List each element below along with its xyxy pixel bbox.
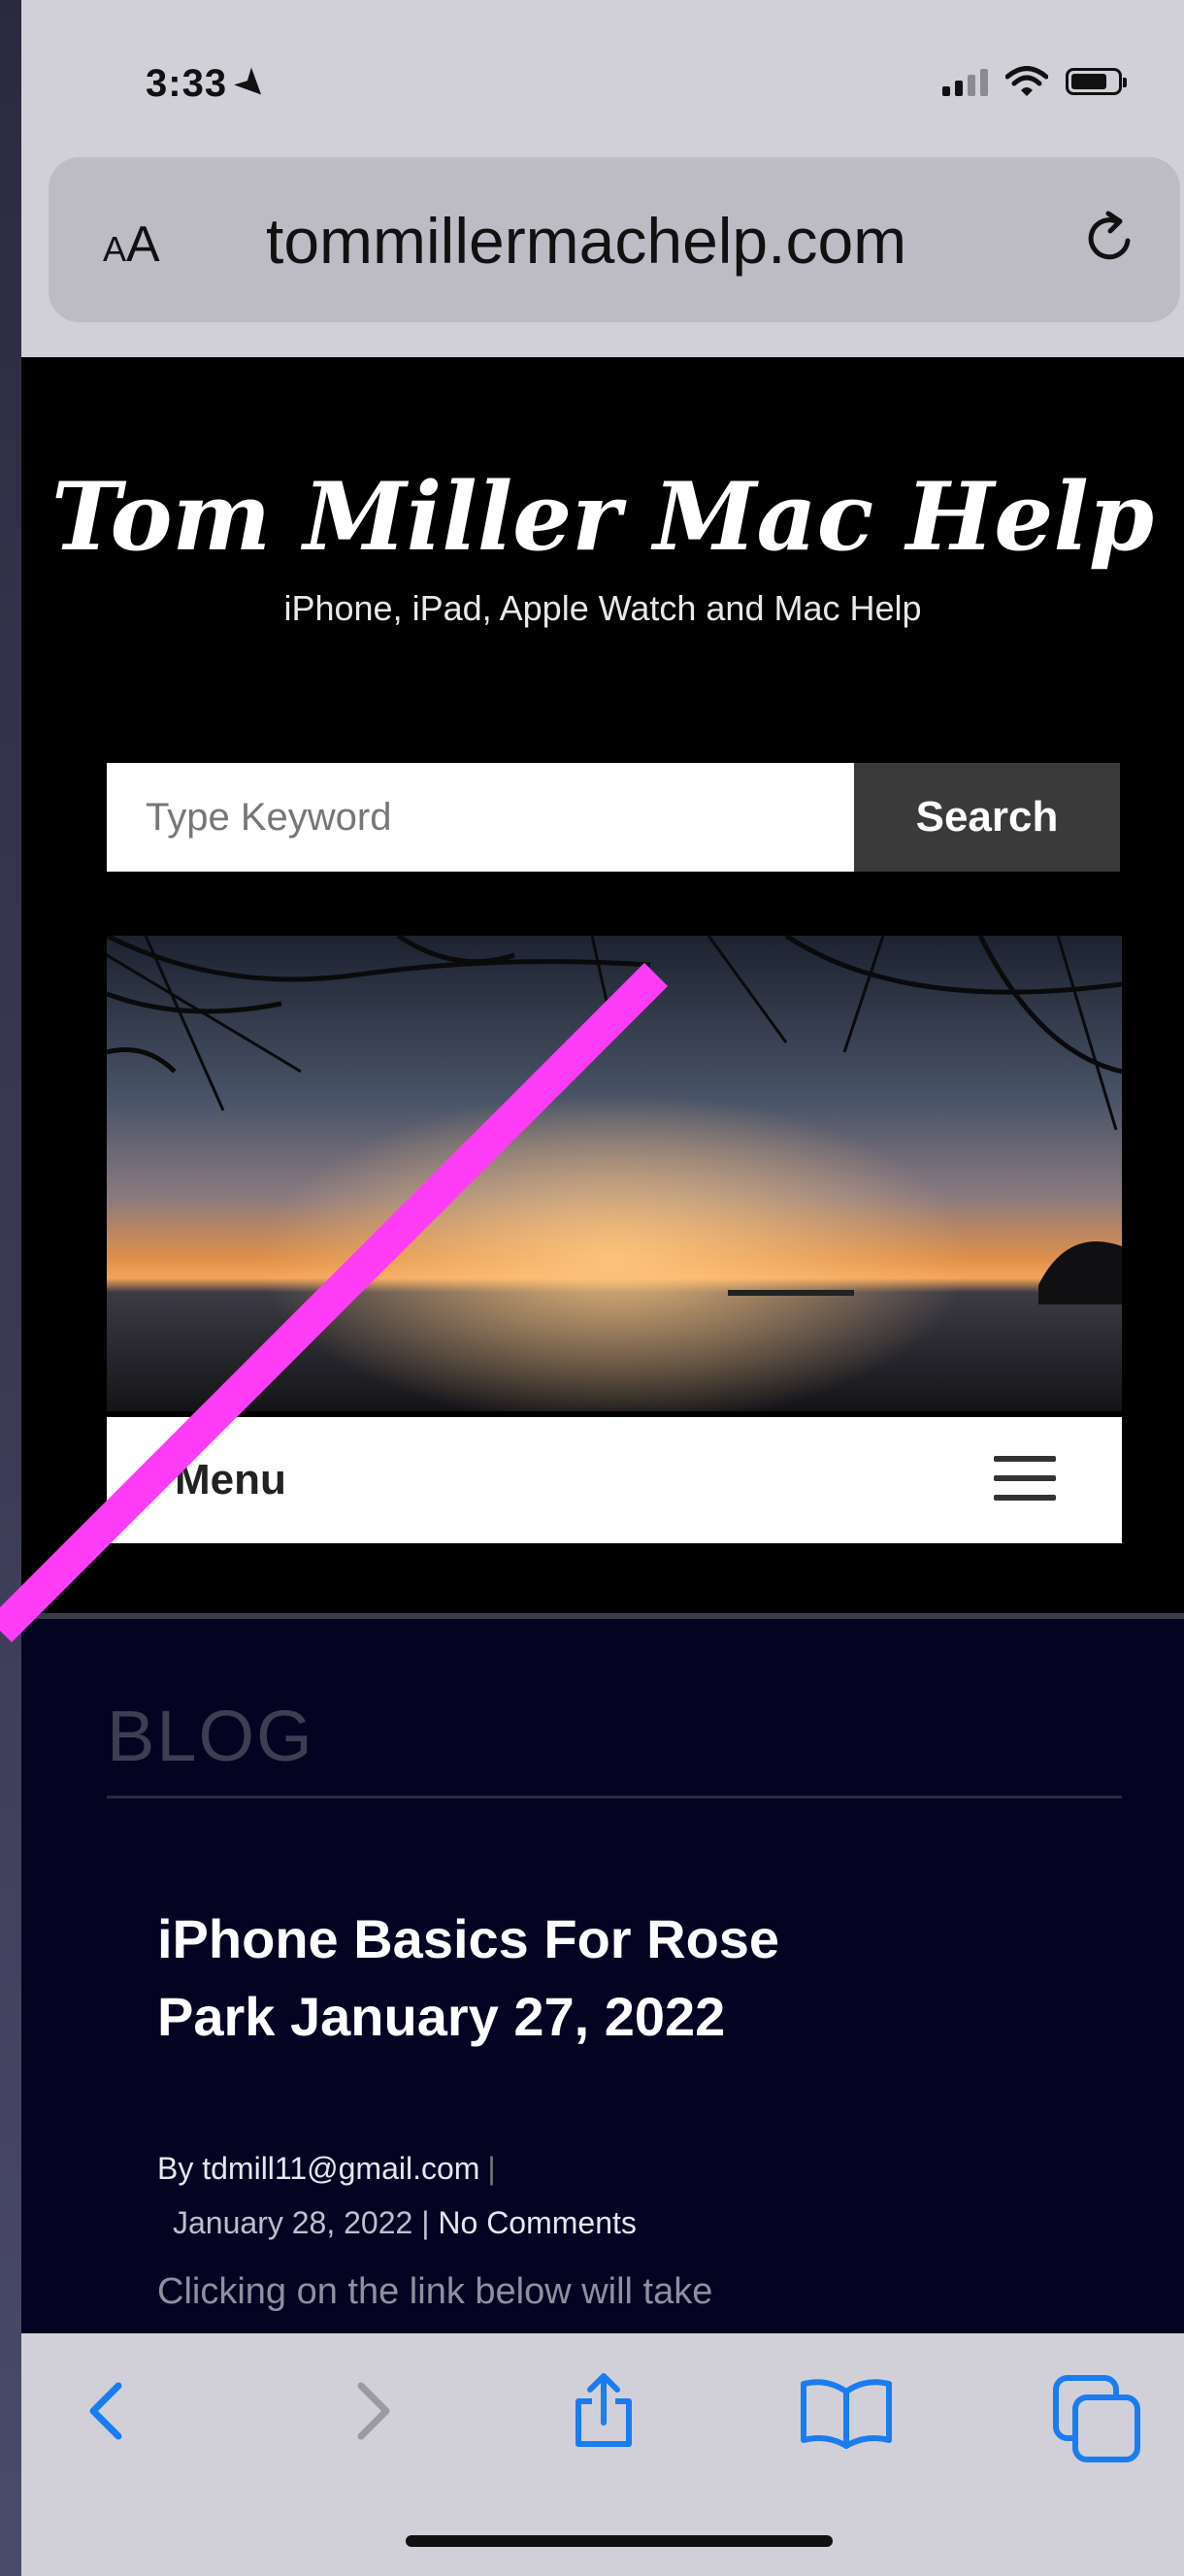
hamburger-icon[interactable] — [994, 1456, 1056, 1503]
meta-separator: | — [487, 2151, 496, 2186]
post-date-link[interactable]: January 28, 2022 — [173, 2205, 412, 2240]
site-title[interactable]: Tom Miller Mac Help — [21, 462, 1184, 572]
status-time-text: 3:33 — [146, 62, 228, 105]
share-icon[interactable] — [565, 2372, 642, 2450]
meta-separator-2: | — [421, 2205, 430, 2240]
back-icon[interactable] — [70, 2372, 148, 2450]
reload-icon[interactable] — [1079, 206, 1141, 268]
reader-options-button[interactable]: AA — [103, 215, 160, 274]
phone-screen: 3:33➤ AA tommillermachelp.com Tom Miller… — [21, 0, 1184, 2576]
battery-icon — [1066, 68, 1127, 95]
site-tagline: iPhone, iPad, Apple Watch and Mac Help — [283, 588, 922, 628]
post-excerpt: Clicking on the link below will take — [157, 2271, 713, 2312]
bookmarks-icon[interactable] — [798, 2372, 895, 2450]
post-date-line: January 28, 2022 | No Comments — [173, 2205, 637, 2241]
url-text[interactable]: tommillermachelp.com — [266, 204, 906, 278]
status-time: 3:33➤ — [146, 59, 278, 109]
blog-heading: BLOG — [107, 1696, 314, 1776]
home-indicator — [406, 2535, 833, 2547]
hero-sunset-image — [107, 936, 1122, 1411]
signal-icon — [942, 67, 988, 96]
forward-icon[interactable] — [332, 2372, 410, 2450]
site-header: Tom Miller Mac Help iPhone, iPad, Apple … — [21, 369, 1184, 1621]
blog-content: BLOG iPhone Basics For Rose Park January… — [21, 1619, 1184, 2333]
menu-label: Menu — [175, 1456, 286, 1503]
search-input[interactable] — [107, 763, 854, 872]
location-arrow-icon: ➤ — [227, 59, 278, 110]
post-author: By tdmill11@gmail.com | — [157, 2151, 496, 2187]
post-author-link[interactable]: By tdmill11@gmail.com — [157, 2151, 479, 2186]
address-bar[interactable]: AA tommillermachelp.com — [49, 157, 1180, 322]
blog-divider — [107, 1796, 1122, 1799]
wifi-icon — [1005, 66, 1048, 96]
status-icons — [942, 66, 1127, 97]
tabs-icon[interactable] — [1050, 2372, 1143, 2465]
search-button[interactable]: Search — [854, 763, 1120, 872]
post-title-link[interactable]: iPhone Basics For Rose Park January 27, … — [157, 1900, 856, 2056]
safari-top-bar: 3:33➤ AA tommillermachelp.com — [21, 0, 1184, 357]
menu-bar[interactable]: Menu — [107, 1417, 1122, 1543]
post-comments-link[interactable]: No Comments — [438, 2205, 637, 2240]
